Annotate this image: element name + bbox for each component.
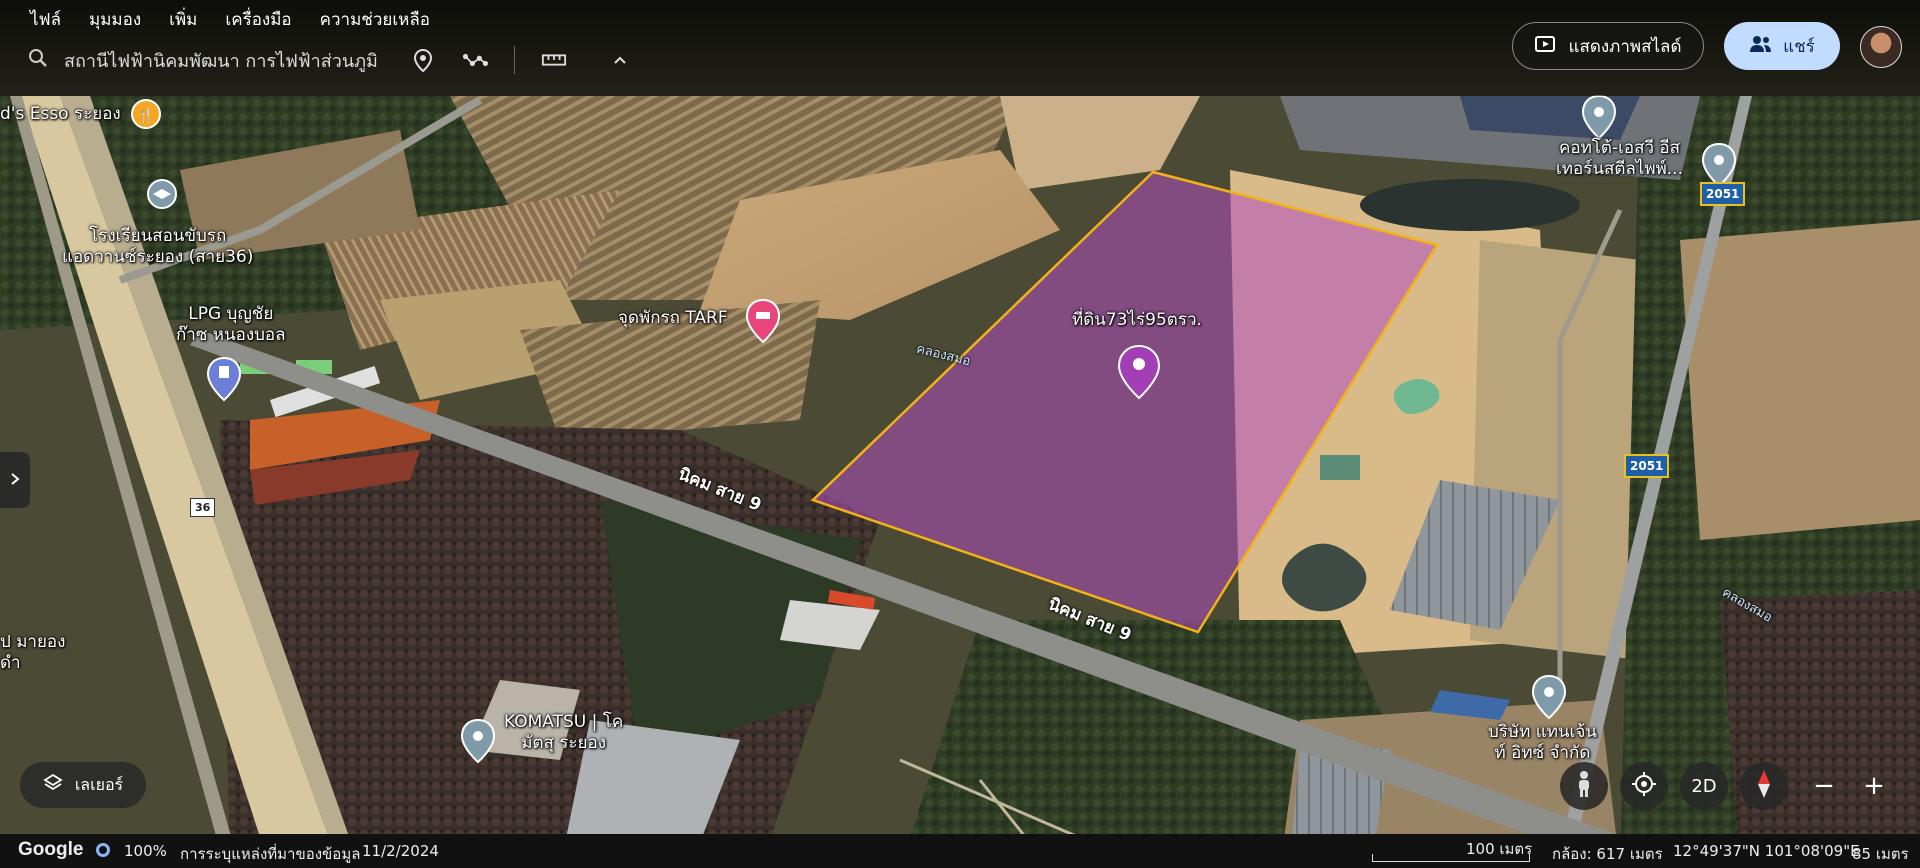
load-progress: 100% [124,842,167,860]
place-label-komatsu[interactable]: KOMATSU | โค มัตสุ ระยอง [504,712,623,754]
svg-text:🍴: 🍴 [137,107,154,124]
imagery-date: 11/2/2024 [362,842,439,860]
menu-file[interactable]: ไฟล์ [30,6,61,33]
menu-bar: ไฟล์ มุมมอง เพิ่ม เครื่องมือ ความช่วยเหล… [30,6,430,33]
search-input[interactable] [62,48,384,72]
layers-label: เลเยอร์ [74,774,124,794]
route-shield-2051-top: 2051 [1700,182,1746,206]
chevron-up-icon[interactable] [607,47,633,73]
toolbar-divider [514,46,515,74]
compass-icon [1756,769,1772,804]
my-location-button[interactable] [1620,762,1668,810]
side-panel-toggle[interactable] [0,452,30,508]
place-label-left-edge[interactable]: ป มายอง ดำ [0,632,65,674]
camera-altitude: กล้อง: 617 เมตร [1552,845,1663,863]
place-label-tarf[interactable]: จุดพักรถ TARF [618,308,728,329]
ruler-icon[interactable] [541,47,567,73]
compass-button[interactable] [1740,762,1788,810]
chevron-right-icon [10,471,20,490]
satellite-map[interactable]: 🍴 [0,0,1920,868]
place-label-school[interactable]: โรงเรียนสอนขับรถ แอดวานซ์ระยอง (สาย36) [62,226,253,268]
placemark-icon[interactable] [410,47,436,73]
school-pin-icon[interactable] [147,179,177,209]
elevation: 85 เมตร [1852,845,1909,863]
search-bar [28,46,633,74]
coordinates: 12°49'37"N 101°08'09"E [1673,842,1860,860]
avatar[interactable] [1860,26,1902,68]
street-view-button[interactable] [1560,762,1608,810]
path-icon[interactable] [462,47,488,73]
layers-icon [43,773,63,797]
slideshow-label: แสดงภาพสไลด์ [1568,36,1682,57]
pegman-icon [1574,770,1594,803]
menu-view[interactable]: มุมมอง [89,6,141,33]
crosshair-icon [1631,771,1657,802]
view-2d-button[interactable]: 2D [1680,762,1728,810]
progress-ring-icon [96,843,110,857]
share-button[interactable]: แชร์ [1724,22,1840,70]
menu-help[interactable]: ความช่วยเหลือ [320,6,430,33]
share-label: แชร์ [1783,36,1815,57]
status-bar: Google 100% การระบุแหล่งที่มาของข้อมูล 1… [0,834,1920,868]
slideshow-icon [1534,35,1556,58]
place-label-cotto[interactable]: คอทโต้-เอสวี อีส เทอร์นสตีลไพพ์... [1556,138,1683,180]
data-attribution-link[interactable]: การระบุแหล่งที่มาของข้อมูล [180,842,360,866]
restaurant-pin-icon[interactable]: 🍴 [131,99,161,129]
menu-add[interactable]: เพิ่ม [169,6,197,33]
route-shield-2051-mid: 2051 [1624,454,1670,478]
zoom-out-button[interactable]: − [1800,762,1848,810]
route-shield-36: 36 [190,498,216,517]
top-bar: ไฟล์ มุมมอง เพิ่ม เครื่องมือ ความช่วยเหล… [0,0,1920,96]
layers-button[interactable]: เลเยอร์ [20,762,146,808]
people-icon [1749,35,1773,58]
place-label-esso[interactable]: d's Esso ระยอง [0,104,121,125]
place-label-land[interactable]: ที่ดิน73ไร่95ตรว. [1072,310,1202,331]
slideshow-button[interactable]: แสดงภาพสไลด์ [1512,22,1704,70]
scale-bar [1372,854,1530,862]
place-label-lpg[interactable]: LPG บุญชัย ก๊าซ หนองบอล [176,304,286,346]
place-label-tanjent[interactable]: บริษัท แทนเจ้น ท์ อิทซ์ จำกัด [1488,722,1597,764]
menu-tools[interactable]: เครื่องมือ [225,6,291,33]
zoom-in-button[interactable]: + [1850,762,1898,810]
google-logo: Google [18,839,84,860]
search-icon[interactable] [28,48,48,72]
